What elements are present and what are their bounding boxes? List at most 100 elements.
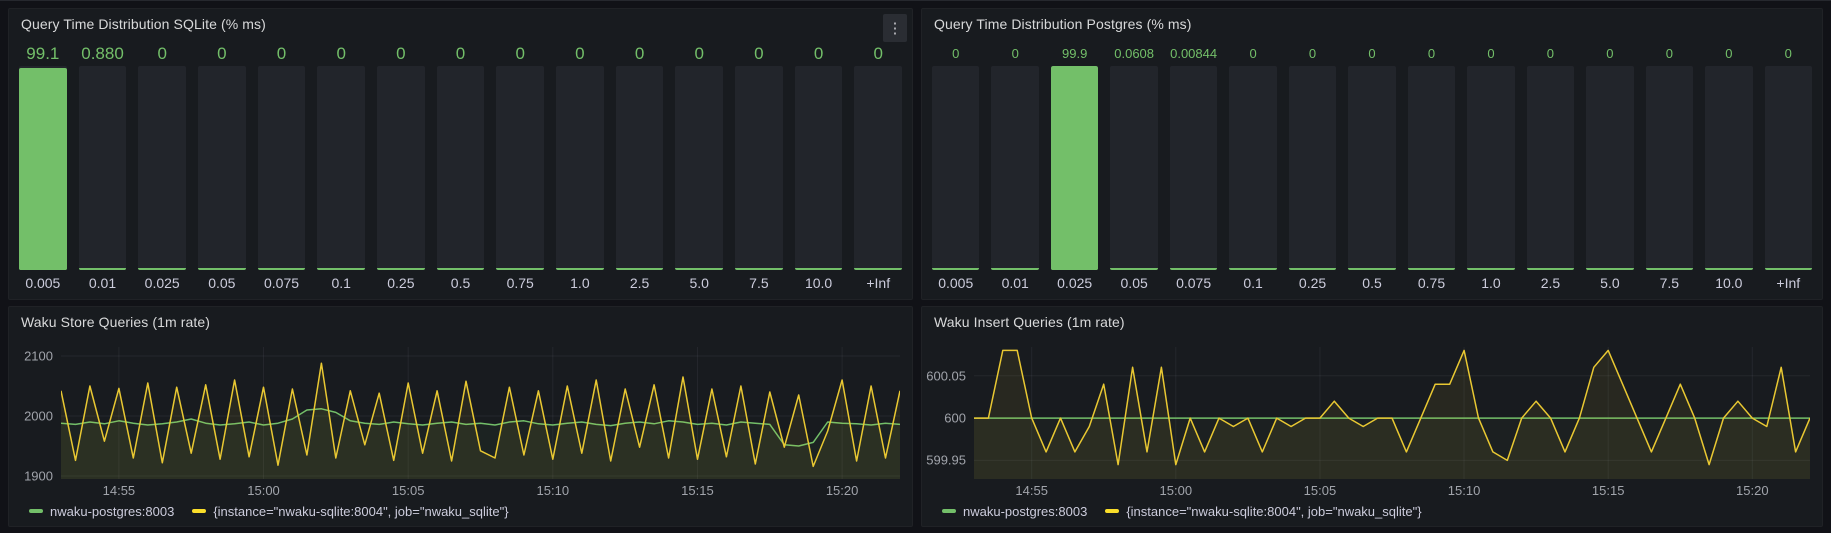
bucket-value: 0 — [932, 41, 979, 66]
panel-title[interactable]: Waku Store Queries (1m rate) — [21, 314, 210, 330]
panel-title[interactable]: Query Time Distribution Postgres (% ms) — [934, 16, 1192, 32]
bucket-bar — [79, 66, 127, 270]
histogram-bucket[interactable]: 99.10.005 — [19, 41, 67, 295]
top-divider — [0, 0, 1831, 1]
bucket-value: 0 — [675, 41, 723, 66]
x-tick-label: 15:10 — [1448, 483, 1481, 498]
legend-label: {instance="nwaku-sqlite:8004", job="nwak… — [213, 504, 508, 519]
bucket-value: 0 — [1229, 41, 1276, 66]
histogram-bucket[interactable]: 00.075 — [258, 41, 306, 295]
bucket-bar — [1051, 66, 1098, 270]
panel-menu-button[interactable]: ⋮ — [883, 14, 907, 42]
x-tick-label: 15:05 — [392, 483, 425, 498]
histogram-bucket[interactable]: 0.00844 0.075 — [1170, 41, 1217, 295]
panel-title[interactable]: Waku Insert Queries (1m rate) — [934, 314, 1125, 330]
bucket-value: 0 — [138, 41, 186, 66]
histogram-bucket[interactable]: 07.5 — [1646, 41, 1693, 295]
histogram-bucket[interactable]: 00.75 — [1408, 41, 1455, 295]
bucket-value: 0.0608 — [1110, 41, 1157, 66]
histogram-bucket[interactable]: 00.005 — [932, 41, 979, 295]
histogram-bucket[interactable]: 00.05 — [198, 41, 246, 295]
histogram-bucket[interactable]: 00.75 — [496, 41, 544, 295]
bucket-label: 0.75 — [496, 270, 544, 295]
histogram-bucket[interactable]: 00.25 — [377, 41, 425, 295]
bucket-value: 0 — [377, 41, 425, 66]
bucket-value: 0 — [1527, 41, 1574, 66]
legend-swatch-icon — [942, 509, 956, 513]
timeseries-chart: 600.05600599.95 14:5515:0015:0515:1015:1… — [922, 337, 1822, 526]
histogram-bar-gauge: 99.10.0050.8800.0100.02500.0500.07500.10… — [9, 39, 912, 299]
legend-item[interactable]: {instance="nwaku-sqlite:8004", job="nwak… — [192, 504, 508, 519]
legend: nwaku-postgres:8003 {instance="nwaku-sqli… — [928, 498, 1810, 524]
x-tick-label: 15:05 — [1304, 483, 1337, 498]
bucket-label: 0.025 — [138, 270, 186, 295]
bucket-bar — [19, 66, 67, 270]
histogram-bucket[interactable]: 00.5 — [1348, 41, 1395, 295]
histogram-bucket[interactable]: 00.01 — [991, 41, 1038, 295]
bucket-bar — [437, 66, 485, 270]
legend-item[interactable]: nwaku-postgres:8003 — [29, 504, 174, 519]
bucket-label: 10.0 — [1705, 270, 1752, 295]
bucket-label: 0.1 — [1229, 270, 1276, 295]
histogram-bucket[interactable]: 01.0 — [1467, 41, 1514, 295]
histogram-bucket[interactable]: 0.06080.05 — [1110, 41, 1157, 295]
bucket-value: 0 — [616, 41, 664, 66]
legend-swatch-icon — [29, 509, 43, 513]
bucket-label: 0.75 — [1408, 270, 1455, 295]
bucket-label: 7.5 — [1646, 270, 1693, 295]
y-tick-label: 600 — [944, 411, 966, 426]
histogram-bucket[interactable]: 0+Inf — [1765, 41, 1812, 295]
bucket-value: 0.880 — [79, 41, 127, 66]
bucket-value: 0 — [854, 41, 902, 66]
histogram-bucket[interactable]: 00.1 — [317, 41, 365, 295]
bucket-bar — [616, 66, 664, 270]
bucket-value: 99.9 — [1051, 41, 1098, 66]
panel-waku-store-queries: Waku Store Queries (1m rate) 21002000190… — [8, 306, 913, 527]
histogram-bucket[interactable]: 05.0 — [1586, 41, 1633, 295]
panel-title[interactable]: Query Time Distribution SQLite (% ms) — [21, 16, 266, 32]
legend-label: nwaku-postgres:8003 — [963, 504, 1087, 519]
bucket-label: 0.025 — [1051, 270, 1098, 295]
bucket-bar — [1467, 66, 1514, 270]
bucket-label: 0.5 — [437, 270, 485, 295]
bucket-value: 0 — [1467, 41, 1514, 66]
x-tick-label: 14:55 — [103, 483, 136, 498]
bucket-bar — [1527, 66, 1574, 270]
plot-area[interactable] — [974, 347, 1810, 479]
plot-area[interactable] — [61, 347, 900, 479]
bucket-value: 0 — [1408, 41, 1455, 66]
histogram-bucket[interactable]: 01.0 — [556, 41, 604, 295]
histogram-bucket[interactable]: 02.5 — [616, 41, 664, 295]
histogram-bucket[interactable]: 0.8800.01 — [79, 41, 127, 295]
histogram-bucket[interactable]: 07.5 — [735, 41, 783, 295]
histogram-bucket[interactable]: 0+Inf — [854, 41, 902, 295]
histogram-bucket[interactable]: 00.25 — [1289, 41, 1336, 295]
legend-item[interactable]: nwaku-postgres:8003 — [942, 504, 1087, 519]
histogram-bucket[interactable]: 02.5 — [1527, 41, 1574, 295]
legend-item[interactable]: {instance="nwaku-sqlite:8004", job="nwak… — [1105, 504, 1421, 519]
bucket-value: 0.00844 — [1170, 41, 1217, 66]
bucket-label: 0.25 — [377, 270, 425, 295]
bucket-bar — [1110, 66, 1157, 270]
panel-header: Query Time Distribution Postgres (% ms) — [922, 9, 1822, 39]
x-tick-label: 14:55 — [1015, 483, 1048, 498]
bucket-bar — [1646, 66, 1693, 270]
histogram-bucket[interactable]: 00.5 — [437, 41, 485, 295]
bucket-bar — [991, 66, 1038, 270]
histogram-bucket[interactable]: 0 0.025 — [138, 41, 186, 295]
bucket-label: 0.075 — [1170, 270, 1217, 295]
bucket-bar — [1586, 66, 1633, 270]
y-tick-label: 2000 — [24, 409, 53, 424]
histogram-bucket[interactable]: 010.0 — [795, 41, 843, 295]
bucket-value: 0 — [437, 41, 485, 66]
bucket-bar — [1229, 66, 1276, 270]
histogram-bucket[interactable]: 05.0 — [675, 41, 723, 295]
y-tick-label: 2100 — [24, 349, 53, 364]
bucket-label: 2.5 — [1527, 270, 1574, 295]
bucket-value: 0 — [258, 41, 306, 66]
y-tick-label: 599.95 — [926, 453, 966, 468]
legend-label: {instance="nwaku-sqlite:8004", job="nwak… — [1126, 504, 1421, 519]
histogram-bucket[interactable]: 010.0 — [1705, 41, 1752, 295]
histogram-bucket[interactable]: 00.1 — [1229, 41, 1276, 295]
histogram-bucket[interactable]: 99.9 0.025 — [1051, 41, 1098, 295]
